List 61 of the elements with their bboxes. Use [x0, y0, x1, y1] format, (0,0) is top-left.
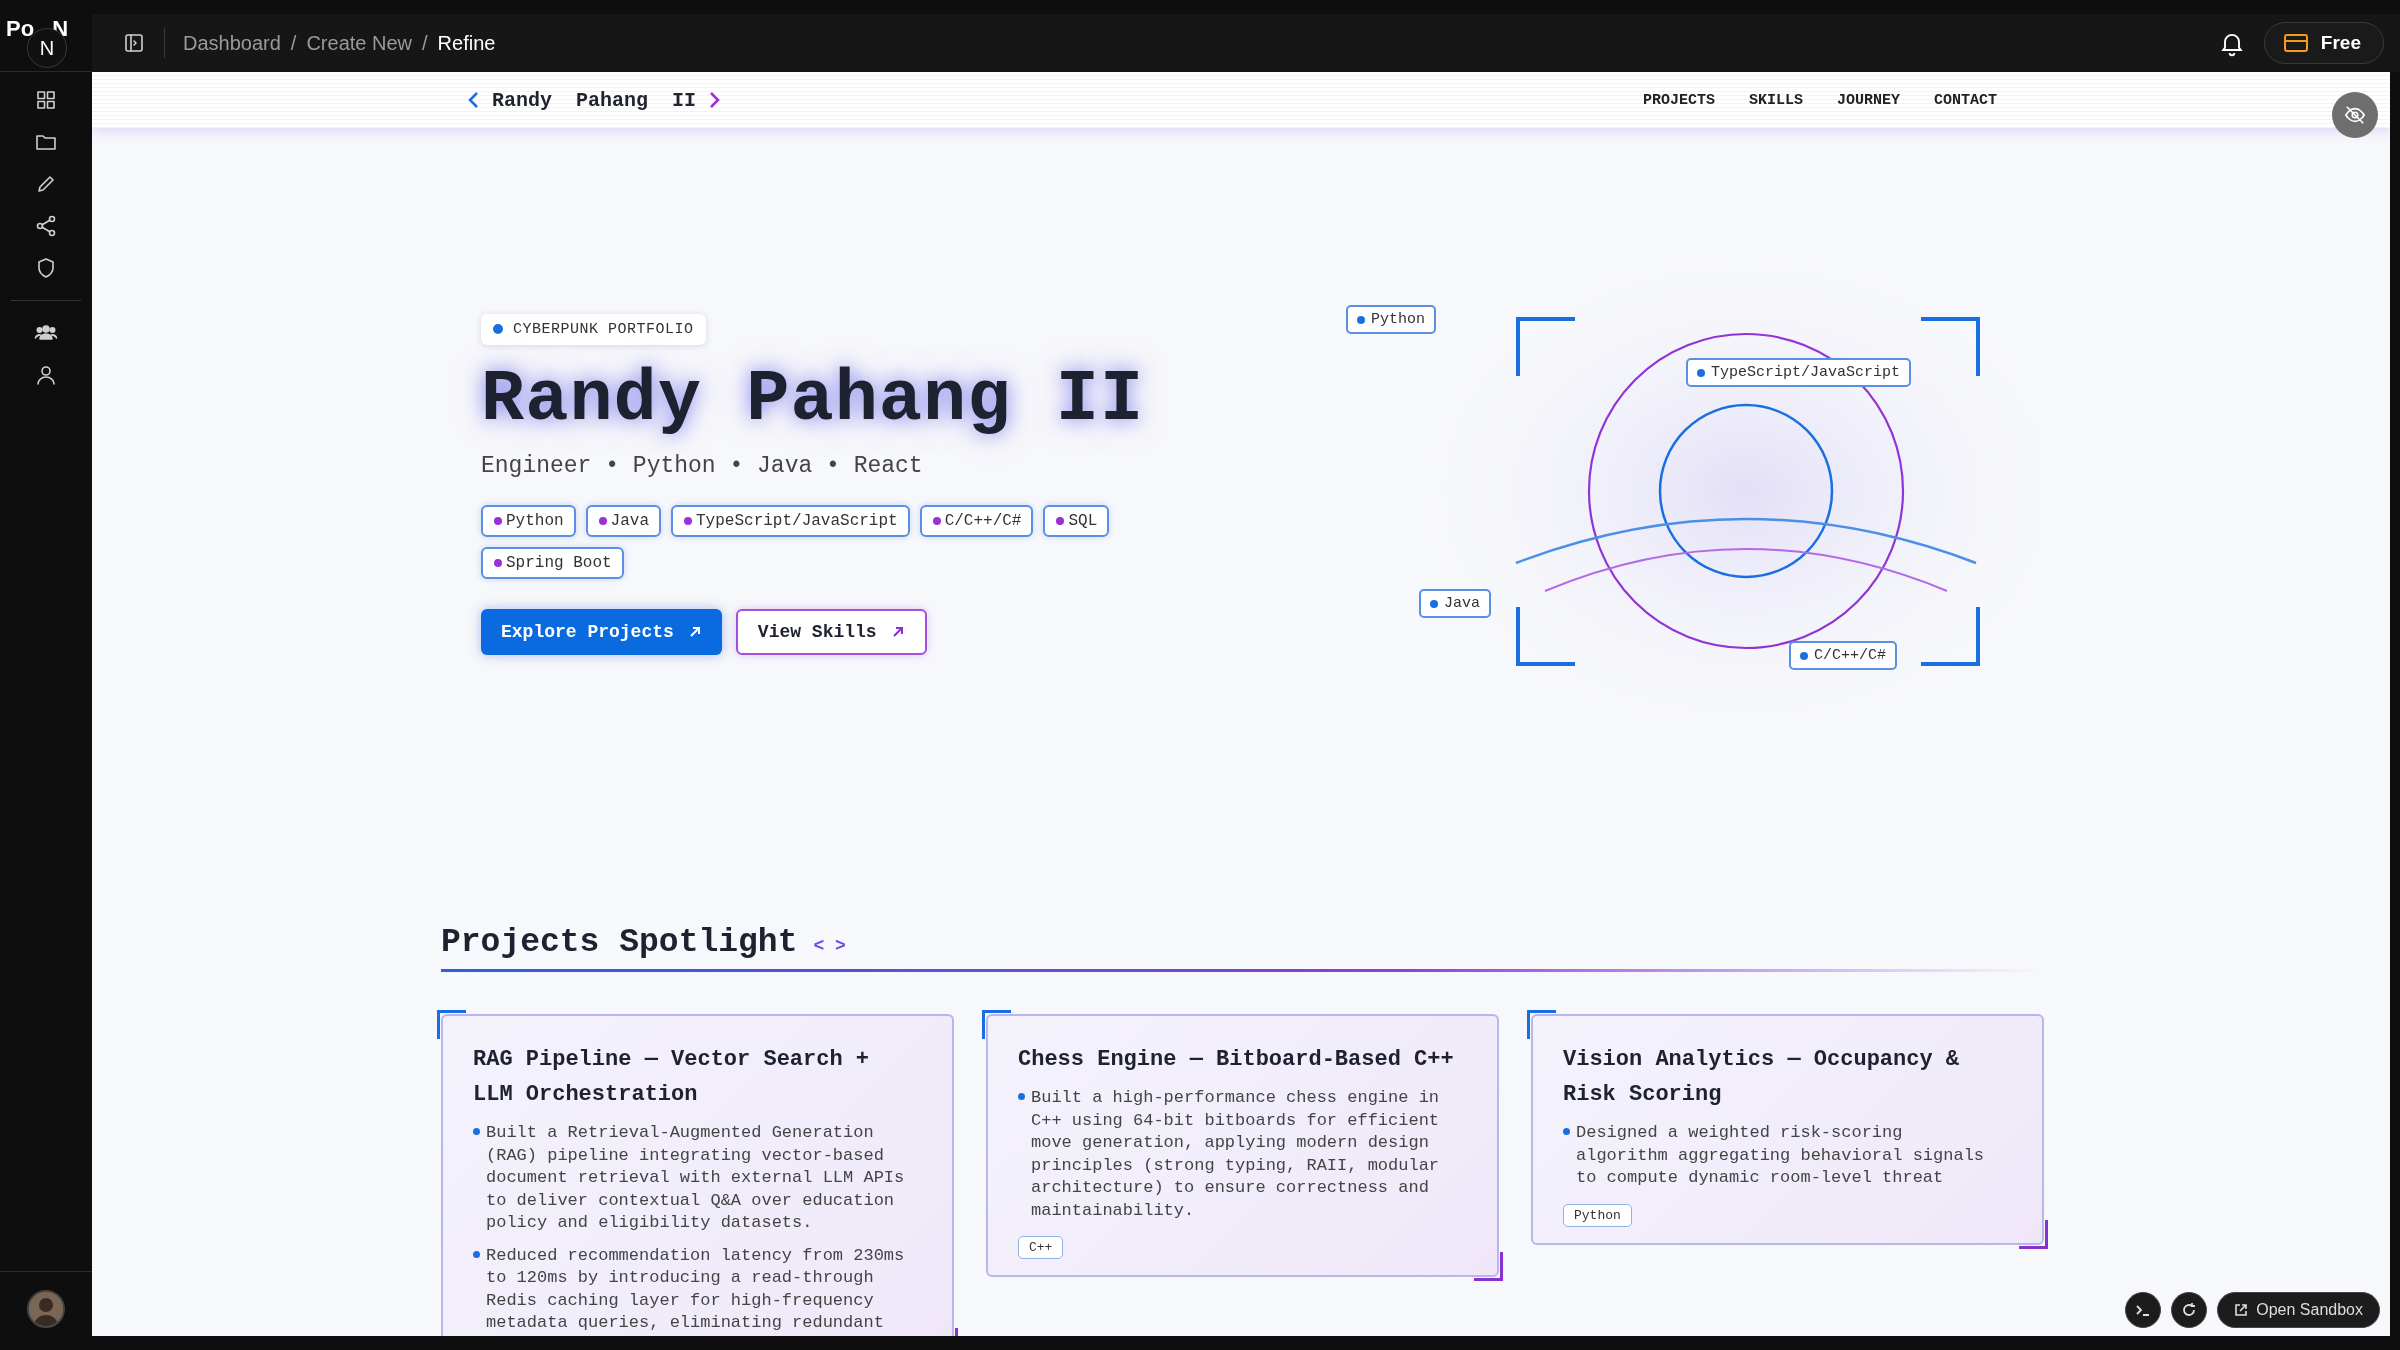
external-link-icon — [2234, 1303, 2249, 1317]
avatar[interactable] — [27, 1290, 65, 1328]
orbit-label: Python — [1346, 305, 1436, 334]
breadcrumb-item[interactable]: Dashboard — [183, 31, 281, 55]
breadcrumb-separator: / — [422, 31, 428, 55]
section-heading: Projects Spotlight — [441, 924, 798, 961]
tech-tag: C++ — [1018, 1236, 1064, 1259]
plan-button[interactable]: Free — [2263, 22, 2384, 64]
corner-mark — [2019, 1219, 2048, 1249]
skill-tag: Python — [481, 504, 576, 537]
corner-mark — [437, 1010, 466, 1039]
corner-mark — [982, 1010, 1011, 1039]
corner-bracket — [1516, 317, 1575, 376]
nav-link[interactable]: SKILLS — [1748, 91, 1803, 109]
breadcrumb-item[interactable]: Create New — [306, 31, 412, 55]
terminal-button[interactable] — [2125, 1292, 2162, 1328]
code-mark: < > — [813, 936, 846, 956]
orbit-label: C/C++/C# — [1789, 641, 1897, 670]
card-title: Vision Analytics — Occupancy & Risk Scoring — [1563, 1046, 1961, 1109]
brand-name[interactable]: Randy Pahang II — [492, 88, 697, 112]
skill-tag: C/C++/C# — [919, 504, 1034, 537]
corner-bracket — [1516, 607, 1575, 666]
skill-tag: SQL — [1043, 504, 1110, 537]
breadcrumb-separator: / — [290, 31, 297, 55]
corner-mark — [1527, 1010, 1556, 1039]
view-button[interactable]: View Skills — [735, 608, 927, 655]
nav-link[interactable]: JOURNEY — [1836, 91, 1900, 109]
orbit-label: TypeScript/JavaScript — [1686, 358, 1912, 387]
hero-title: Randy Pahang II — [481, 358, 1145, 441]
corner-bracket — [1921, 607, 1980, 666]
grid-icon[interactable] — [34, 88, 58, 112]
card-title: Chess Engine — Bitboard-Based C++ — [1018, 1046, 1455, 1074]
hero-subtitle: Engineer • Python • Java • React — [481, 452, 923, 479]
card-icon — [2282, 33, 2309, 53]
nav-link[interactable]: CONTACT — [1934, 91, 1997, 109]
bullet-text: Designed a weighted risk-scoring algorithm aggregating behavioral signals to compute dynamic room-level threat — [1576, 1122, 1986, 1189]
section-badge: CYBERPUNK PORTFOLIO — [481, 313, 706, 345]
bullet-text: Reduced recommendation latency from 230ms to 120ms by introducing a read-through Redis caching layer for high-frequency metadata queries, eliminating redundant — [486, 1244, 906, 1334]
bullet-dot — [473, 1128, 480, 1135]
explore-button[interactable]: Explore Projects — [481, 608, 722, 655]
corner-bracket — [1921, 317, 1980, 376]
share-icon[interactable] — [34, 214, 58, 238]
orbit-label: Java — [1419, 589, 1491, 618]
bullet-dot — [473, 1250, 480, 1258]
skill-tag: Spring Boot — [481, 546, 624, 579]
user-icon[interactable] — [34, 363, 58, 387]
tech-tag: Python — [1563, 1203, 1632, 1227]
bullet-dot — [1018, 1093, 1025, 1100]
nav-link[interactable]: PROJECTS — [1642, 91, 1715, 109]
bullet-dot — [1563, 1128, 1570, 1135]
skill-tag: Java — [585, 504, 661, 537]
corner-mark — [1474, 1252, 1503, 1281]
eye-off-icon — [2344, 104, 2366, 126]
card-title: RAG Pipeline — Vector Search + LLM Orchestration — [473, 1046, 871, 1109]
bullet-text: Built a high-performance chess engine in C++ using 64-bit bitboards for efficient move generation, applying modern design principles (strong typing, RAII, modular architecture) to ensure correctness and maintainability. — [1031, 1087, 1441, 1222]
skill-tag: TypeScript/JavaScript — [671, 504, 910, 537]
sidebar-toggle-icon[interactable] — [122, 31, 146, 55]
refresh-button[interactable] — [2171, 1292, 2208, 1328]
breadcrumb-item[interactable]: Refine — [437, 31, 496, 55]
bullet-text: Built a Retrieval-Augmented Generation (RAG) pipeline integrating vector-based document retrieval with external LLM APIs to deliver contextual Q&A over education policy and eligibility datasets. — [486, 1122, 906, 1234]
open-sandbox-button[interactable]: Open Sandbox — [2217, 1292, 2380, 1328]
